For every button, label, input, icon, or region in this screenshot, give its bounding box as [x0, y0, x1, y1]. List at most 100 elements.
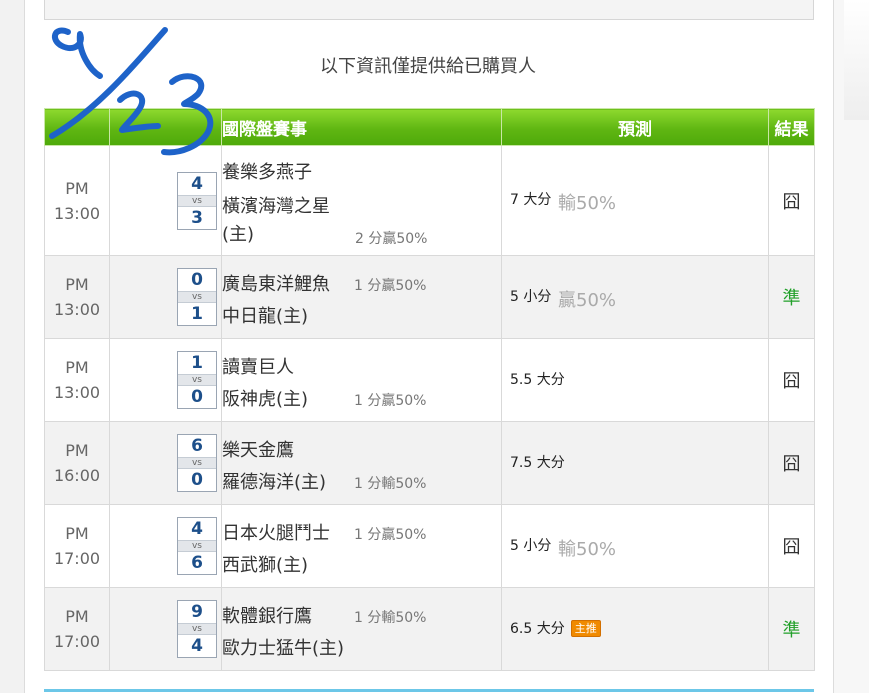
prediction-outcome: 輸50% [558, 193, 617, 214]
bottom-divider [44, 689, 814, 692]
teams-cell: 樂天金鷹羅德海洋(主) 1 分輸50% [221, 421, 502, 505]
time-ampm: PM [65, 607, 89, 626]
teams-cell: 軟體銀行鷹 歐力士猛牛(主) 1 分輸50% [221, 587, 502, 671]
scoreboard: 0 vs 1 [177, 268, 217, 326]
result-cell: 囧 [768, 421, 815, 505]
time-value: 13:00 [53, 300, 101, 319]
handicap-label: 1 分贏50% [354, 393, 427, 409]
prediction-value: 5 小分 [510, 286, 551, 306]
table-row: PM 17:00 4 vs 6 日本火腿鬥士 西武獅(主) 1 分贏50% 5 小分 輸50% 囧 [44, 504, 815, 588]
prediction-cell: 7 大分 輸50% [501, 145, 769, 256]
result-mark: 囧 [782, 537, 801, 558]
home-team: 羅德海洋(主) [222, 472, 327, 493]
time-value: 17:00 [53, 632, 101, 651]
teams-cell: 廣島東洋鯉魚 中日龍(主) 1 分贏50% [221, 255, 502, 339]
result-mark: 囧 [782, 454, 801, 475]
result-cell: 囧 [768, 338, 815, 422]
home-score: 4 [191, 636, 203, 656]
top-panel [44, 0, 814, 20]
header-time [44, 108, 110, 146]
scoreboard: 9 vs 4 [177, 600, 217, 658]
scoreboard: 4 vs 6 [177, 517, 217, 575]
away-score: 1 [191, 353, 203, 373]
vs-label: vs [178, 195, 216, 207]
table-row: PM 13:00 1 vs 0 讀賣巨人 阪神虎(主) 1 分贏50% 5.5 大分囧 [44, 338, 815, 422]
match-time: PM 13:00 [44, 145, 110, 256]
score-cell: 1 vs 0 [109, 338, 222, 422]
time-value: 16:00 [53, 466, 101, 485]
away-score: 4 [191, 519, 203, 539]
result-cell: 準 [768, 587, 815, 671]
away-team: 樂天金鷹 [222, 440, 294, 461]
home-score: 3 [191, 208, 203, 228]
home-team: 阪神虎(主) [222, 389, 309, 410]
time-value: 13:00 [53, 203, 101, 223]
match-time: PM 13:00 [44, 255, 110, 339]
table-header-row: 國際盤賽事 預測 結果 [44, 108, 815, 146]
home-team-suffix: (主) [222, 224, 255, 245]
score-cell: 6 vs 0 [109, 421, 222, 505]
handicap-label: 1 分輸50% [354, 610, 427, 626]
home-team: 橫濱海灣之星 [222, 196, 330, 217]
right-gutter [833, 0, 869, 693]
teams-cell: 日本火腿鬥士 西武獅(主) 1 分贏50% [221, 504, 502, 588]
home-team: 中日龍(主) [222, 306, 309, 327]
result-mark: 準 [782, 288, 801, 309]
table-row: PM 13:00 0 vs 1 廣島東洋鯉魚 中日龍(主) 1 分贏50% 5 小分 贏50% 準 [44, 255, 815, 339]
handicap-label: 1 分輸50% [354, 476, 427, 492]
home-team: 歐力士猛牛(主) [222, 638, 345, 659]
vs-label: vs [178, 457, 216, 469]
teams-cell: 讀賣巨人 阪神虎(主) 1 分贏50% [221, 338, 502, 422]
away-score: 9 [191, 602, 203, 622]
handicap-label: 2 分贏50% [355, 231, 428, 247]
time-ampm: PM [65, 441, 89, 460]
vs-label: vs [178, 291, 216, 303]
prediction-value: 6.5 大分 主推 [510, 618, 601, 638]
result-cell: 準 [768, 255, 815, 339]
prediction-value: 5 小分 [510, 535, 551, 555]
teams-cell: 養樂多燕子橫濱海灣之星 (主) 2 分贏50% [221, 145, 502, 256]
prediction-cell: 5 小分 輸50% [501, 504, 769, 588]
vs-label: vs [178, 623, 216, 635]
away-team: 日本火腿鬥士 [222, 523, 330, 544]
away-score: 6 [191, 436, 203, 456]
prediction-value: 7.5 大分 [510, 452, 565, 472]
time-ampm: PM [65, 358, 89, 377]
handicap-label: 1 分贏50% [354, 278, 427, 294]
away-team: 養樂多燕子 [222, 162, 312, 183]
away-team: 廣島東洋鯉魚 [222, 274, 330, 295]
away-score: 4 [191, 174, 203, 194]
home-score: 6 [191, 553, 203, 573]
table-row: PM 16:00 6 vs 0 樂天金鷹 羅德海洋(主) 1 分輸50% 7.5 大分囧 [44, 421, 815, 505]
match-time: PM 16:00 [44, 421, 110, 505]
time-value: 13:00 [53, 383, 101, 402]
table-row: PM 13:00 4 vs 3 養樂多燕子 橫濱海灣之星 (主) 2 分贏50% 7 大分 輸50%… [44, 145, 815, 256]
result-cell: 囧 [768, 145, 815, 256]
right-gutter-glare [844, 0, 869, 120]
home-score: 1 [191, 304, 203, 324]
header-score [109, 108, 222, 146]
home-score: 0 [191, 470, 203, 490]
time-ampm: PM [65, 524, 89, 543]
prediction-outcome: 輸50% [558, 539, 617, 560]
purchaser-notice: 以下資訊僅提供給已購買人 [320, 56, 536, 77]
vs-label: vs [178, 540, 216, 552]
time-ampm: PM [65, 178, 89, 198]
header-event: 國際盤賽事 [221, 108, 502, 146]
match-time: PM 17:00 [44, 587, 110, 671]
scoreboard: 6 vs 0 [177, 434, 217, 492]
left-gutter [0, 0, 25, 693]
prediction-cell: 5.5 大分 [501, 338, 769, 422]
prediction-text: 5.5 大分 [510, 372, 565, 388]
match-time: PM 17:00 [44, 504, 110, 588]
score-cell: 4 vs 3 [109, 145, 222, 256]
prediction-value: 5.5 大分 [510, 369, 565, 389]
prediction-cell: 5 小分 贏50% [501, 255, 769, 339]
header-prediction: 預測 [501, 108, 769, 146]
handicap-label: 1 分贏50% [354, 527, 427, 543]
odds-table: 國際盤賽事 預測 結果 PM 13:00 4 vs 3 養樂多燕子 橫濱海灣之星 (主) 2 分… [44, 108, 815, 671]
prediction-text: 5 小分 [510, 289, 552, 305]
time-ampm: PM [65, 275, 89, 294]
prediction-text: 7.5 大分 [510, 455, 565, 471]
prediction-cell: 6.5 大分 主推 [501, 587, 769, 671]
